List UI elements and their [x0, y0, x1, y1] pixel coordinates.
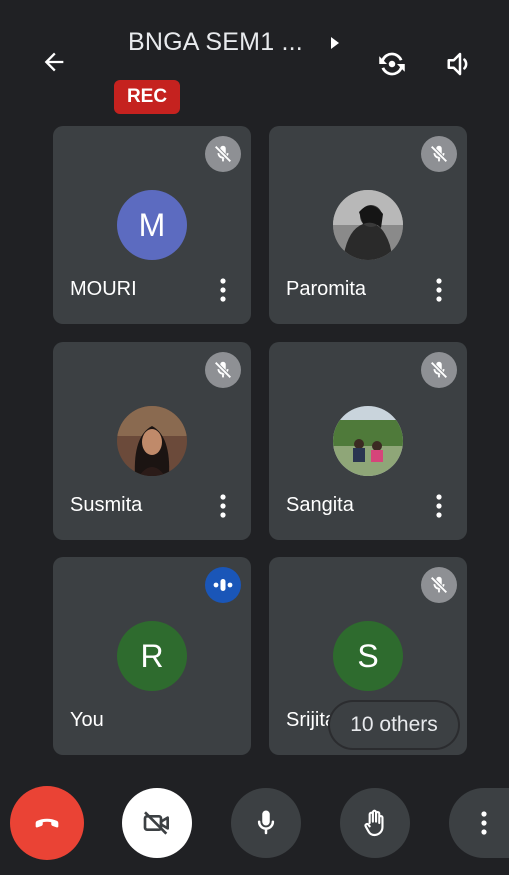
participant-name: Srijita: [286, 709, 337, 731]
top-bar: BNGA SEM1 ... REC: [0, 0, 509, 120]
back-button[interactable]: [36, 44, 72, 80]
camera-off-icon: [143, 811, 169, 835]
end-call-button[interactable]: [10, 786, 84, 860]
more-options-button[interactable]: [429, 276, 449, 304]
participant-tile[interactable]: M MOURI: [53, 126, 251, 324]
meet-call-screen: BNGA SEM1 ... REC M MOURI Paromita Susmi…: [0, 0, 509, 875]
avatar: M: [117, 190, 187, 260]
participant-tile[interactable]: Susmita: [53, 342, 251, 540]
more-vertical-icon: [220, 494, 226, 518]
audio-output-button[interactable]: [440, 44, 480, 84]
audio-level-icon: [205, 567, 241, 603]
camera-toggle-button[interactable]: [122, 788, 192, 858]
flip-camera-icon: [379, 52, 405, 76]
meeting-details-chevron[interactable]: [327, 34, 343, 52]
more-vertical-icon: [220, 278, 226, 302]
raise-hand-button[interactable]: [340, 788, 410, 858]
end-call-icon: [35, 818, 59, 828]
participant-tile[interactable]: Paromita: [269, 126, 467, 324]
more-call-options-button[interactable]: [449, 788, 509, 858]
more-vertical-icon: [481, 811, 487, 835]
participant-name: MOURI: [70, 278, 137, 300]
arrow-left-icon: [44, 52, 64, 72]
participant-tile[interactable]: Sangita: [269, 342, 467, 540]
more-vertical-icon: [436, 278, 442, 302]
raise-hand-icon: [364, 809, 384, 837]
recording-badge: REC: [114, 80, 180, 114]
chevron-right-icon: [331, 37, 339, 49]
mic-off-icon: [421, 567, 457, 603]
others-count-pill[interactable]: 10 others: [330, 702, 458, 748]
more-options-button[interactable]: [429, 492, 449, 520]
flip-camera-button[interactable]: [372, 44, 412, 84]
mic-off-icon: [205, 352, 241, 388]
mic-off-icon: [205, 136, 241, 172]
mic-off-icon: [421, 136, 457, 172]
microphone-toggle-button[interactable]: [231, 788, 301, 858]
more-options-button[interactable]: [213, 492, 233, 520]
avatar-photo: [117, 406, 187, 476]
participant-name: Sangita: [286, 494, 354, 516]
mic-icon: [257, 810, 275, 835]
avatar-photo: [333, 190, 403, 260]
participant-name: Susmita: [70, 494, 143, 516]
participant-name: Paromita: [286, 278, 367, 300]
mic-off-icon: [421, 352, 457, 388]
self-tile[interactable]: R You: [53, 557, 251, 755]
participant-name: You: [70, 709, 104, 731]
speaker-icon: [447, 52, 468, 76]
avatar-photo: [333, 406, 403, 476]
more-options-button[interactable]: [213, 276, 233, 304]
more-vertical-icon: [436, 494, 442, 518]
meeting-title[interactable]: BNGA SEM1 ...: [128, 28, 303, 57]
avatar: R: [117, 621, 187, 691]
avatar: S: [333, 621, 403, 691]
